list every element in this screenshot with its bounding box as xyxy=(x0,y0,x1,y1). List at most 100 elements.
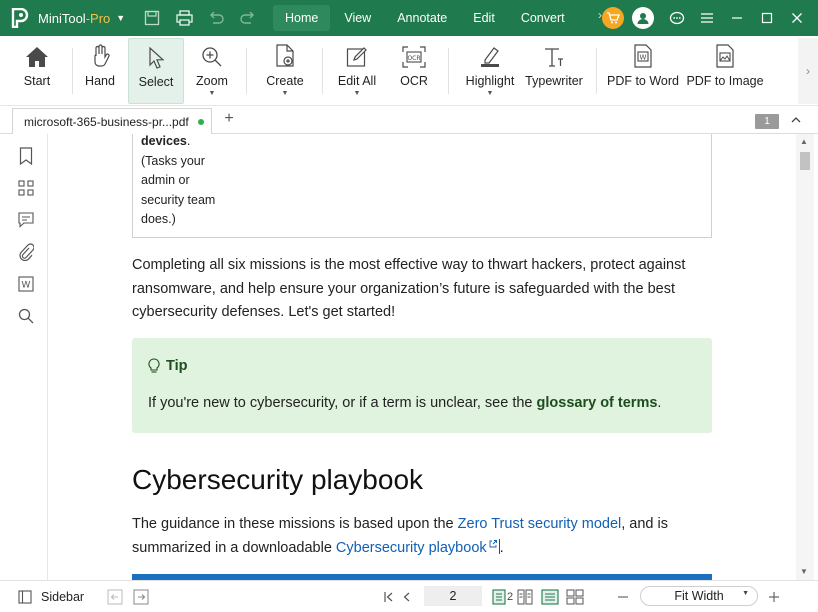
paragraph-playbook: The guidance in these missions is based … xyxy=(132,513,668,560)
typewriter-icon xyxy=(543,38,565,68)
document-tab[interactable]: microsoft-365-business-pr...pdf xyxy=(12,108,212,134)
start-label: Start xyxy=(23,74,51,88)
ribbon-separator xyxy=(72,48,73,94)
zoom-dropdown-icon: ▼ xyxy=(208,90,216,97)
brand-name: MiniTool xyxy=(38,10,86,26)
tip-title-text: Tip xyxy=(166,358,188,374)
maximize-icon[interactable] xyxy=(752,0,782,36)
paragraph-line: ransomware, and help ensure your organiz… xyxy=(132,280,675,297)
tab-edit[interactable]: Edit xyxy=(461,5,507,31)
next-view-icon[interactable] xyxy=(133,587,149,607)
print-icon[interactable] xyxy=(173,7,195,29)
menu-icon[interactable] xyxy=(692,0,722,36)
tip-body: If you're new to cybersecurity, or if a … xyxy=(148,395,661,411)
start-button[interactable]: Start xyxy=(14,38,60,104)
external-link-icon xyxy=(489,539,497,548)
close-icon[interactable] xyxy=(782,0,812,36)
word-icon[interactable]: W xyxy=(16,274,36,294)
typewriter-button[interactable]: Typewriter xyxy=(524,38,584,104)
minimize-icon[interactable] xyxy=(722,0,752,36)
page-number-input[interactable]: 2 xyxy=(424,586,482,606)
zoom-in-icon xyxy=(201,38,223,68)
tip-text: If you're new to cybersecurity, or if a … xyxy=(148,395,537,411)
sidebar-toggle[interactable]: Sidebar xyxy=(18,587,84,607)
document-view[interactable]: devices. (Tasks your admin or security t… xyxy=(48,134,796,580)
tab-view[interactable]: View xyxy=(332,5,383,31)
table-cell-line: security team xyxy=(141,192,216,207)
feedback-icon[interactable] xyxy=(662,0,692,36)
tip-callout: Tip If you're new to cybersecurity, or i… xyxy=(132,338,712,433)
attachment-icon[interactable] xyxy=(16,242,36,262)
table-cell-bold: devices xyxy=(141,134,187,148)
brand-dropdown-icon[interactable]: ▼ xyxy=(116,13,125,23)
account-avatar-icon[interactable] xyxy=(632,7,654,29)
ribbon-separator xyxy=(246,48,247,94)
ribbon-toolbar: Start Hand Select Zoom ▼ Create ▼ Edit A… xyxy=(0,36,818,106)
create-dropdown-icon: ▼ xyxy=(281,90,289,97)
previous-page-icon[interactable] xyxy=(401,587,413,607)
table-cell-line: does.) xyxy=(141,212,176,226)
ribbon-scroll-right-icon[interactable]: › xyxy=(798,38,818,104)
zoom-button[interactable]: Zoom ▼ xyxy=(190,38,234,104)
app-brand[interactable]: MiniTool-Pro xyxy=(38,11,110,26)
menu-tabs: Home View Annotate Edit Convert xyxy=(273,5,579,31)
ocr-label: OCR xyxy=(400,74,428,88)
redo-icon[interactable] xyxy=(237,7,259,29)
lightbulb-icon xyxy=(148,358,160,374)
zoom-level-value: Fit Width xyxy=(674,589,724,603)
ocr-button[interactable]: OCR OCR xyxy=(394,38,434,104)
single-page-view-icon[interactable] xyxy=(492,587,506,607)
scroll-thumb[interactable] xyxy=(800,152,810,170)
svg-text:W: W xyxy=(22,281,31,291)
prev-view-icon[interactable] xyxy=(107,587,123,607)
pdf-to-word-button[interactable]: W PDF to Word xyxy=(606,38,680,104)
save-icon[interactable] xyxy=(141,7,163,29)
zero-trust-link[interactable]: Zero Trust security model xyxy=(458,516,622,532)
highlight-button[interactable]: Highlight ▼ xyxy=(462,38,518,104)
tab-annotate[interactable]: Annotate xyxy=(385,5,459,31)
scroll-up-icon[interactable]: ▲ xyxy=(800,137,808,146)
paragraph-line: The guidance in these missions is based … xyxy=(132,513,668,537)
brand-edition: -Pro xyxy=(85,10,111,26)
zoom-out-icon[interactable] xyxy=(617,587,629,607)
continuous-scroll-icon[interactable] xyxy=(541,587,559,607)
first-page-icon[interactable] xyxy=(383,587,395,607)
paragraph-missions: Completing all six missions is the most … xyxy=(132,254,685,325)
svg-text:OCR: OCR xyxy=(407,55,420,62)
thumbnails-icon[interactable] xyxy=(16,178,36,198)
home-icon xyxy=(25,38,49,68)
zoom-in-small-icon[interactable] xyxy=(768,587,780,607)
tab-convert[interactable]: Convert xyxy=(509,5,577,31)
search-icon[interactable] xyxy=(16,306,36,326)
cart-icon[interactable] xyxy=(602,7,624,29)
glossary-link[interactable]: glossary of terms xyxy=(537,395,658,411)
select-label: Select xyxy=(138,75,174,89)
add-tab-icon[interactable]: + xyxy=(220,110,238,128)
app-logo-icon xyxy=(10,8,30,28)
undo-icon[interactable] xyxy=(205,7,227,29)
tab-home[interactable]: Home xyxy=(273,5,331,31)
svg-text:W: W xyxy=(640,54,647,62)
create-document-icon xyxy=(275,38,295,68)
paragraph-line: cybersecurity defenses. Let's get starte… xyxy=(132,304,396,320)
hand-button[interactable]: Hand xyxy=(80,38,120,104)
create-button[interactable]: Create ▼ xyxy=(262,38,308,104)
ribbon-separator xyxy=(596,48,597,94)
edit-pencil-icon xyxy=(346,38,368,68)
select-button[interactable]: Select xyxy=(128,38,184,104)
vertical-scrollbar[interactable]: ▲ ▼ xyxy=(796,134,814,580)
table-cell-line: (Tasks your xyxy=(141,153,205,168)
playbook-link[interactable]: Cybersecurity playbook xyxy=(336,540,487,556)
paragraph-text: summarized in a downloadable xyxy=(132,539,336,556)
scroll-down-icon[interactable]: ▼ xyxy=(800,567,808,576)
pdf-to-image-button[interactable]: PDF to Image xyxy=(686,38,764,104)
collapse-ribbon-icon[interactable] xyxy=(788,112,804,128)
two-page-continuous-icon[interactable] xyxy=(566,587,584,607)
paragraph-line: summarized in a downloadable Cybersecuri… xyxy=(132,537,668,561)
zoom-level-select[interactable]: Fit Width ▼ xyxy=(640,586,758,606)
two-page-view-icon[interactable] xyxy=(517,587,533,607)
document-tab-bar: microsoft-365-business-pr...pdf + 1 xyxy=(0,106,818,134)
edit-all-button[interactable]: Edit All ▼ xyxy=(334,38,380,104)
bookmark-icon[interactable] xyxy=(16,146,36,166)
comment-icon[interactable] xyxy=(16,210,36,230)
